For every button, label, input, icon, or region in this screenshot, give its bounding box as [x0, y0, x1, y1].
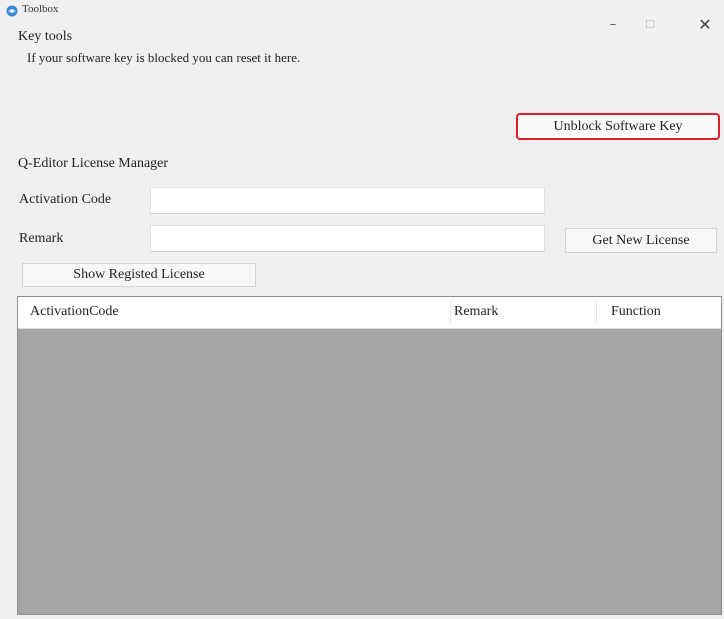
column-header-activation-code[interactable]: ActivationCode [30, 304, 119, 320]
license-manager-heading: Q-Editor License Manager [18, 156, 169, 171]
key-tools-heading: Key tools [18, 29, 73, 44]
table-header: ActivationCode Remark Function [18, 297, 721, 329]
toolbox-window: Toolbox – ☐ ✕ Key tools If your software… [0, 0, 724, 619]
remark-input[interactable] [150, 225, 545, 252]
show-registed-license-button[interactable]: Show Registed License [22, 263, 256, 287]
get-new-license-button[interactable]: Get New License [565, 228, 717, 253]
unblock-software-key-button[interactable]: Unblock Software Key [516, 113, 720, 140]
maximize-button[interactable]: ☐ [635, 14, 665, 36]
column-header-remark[interactable]: Remark [454, 304, 498, 320]
column-divider [596, 300, 597, 325]
activation-code-label: Activation Code [19, 192, 112, 207]
table-body [18, 329, 721, 614]
license-table[interactable]: ActivationCode Remark Function [17, 296, 722, 615]
activation-code-input[interactable] [150, 187, 545, 214]
window-title: Toolbox [22, 3, 59, 15]
title-bar: Toolbox – ☐ ✕ [0, 0, 724, 40]
remark-label: Remark [19, 231, 64, 246]
column-divider [450, 300, 451, 325]
close-button[interactable]: ✕ [690, 14, 720, 36]
key-tools-description: If your software key is blocked you can … [27, 50, 301, 65]
app-icon [6, 5, 18, 17]
column-header-function[interactable]: Function [611, 304, 661, 320]
minimize-button[interactable]: – [598, 14, 628, 36]
